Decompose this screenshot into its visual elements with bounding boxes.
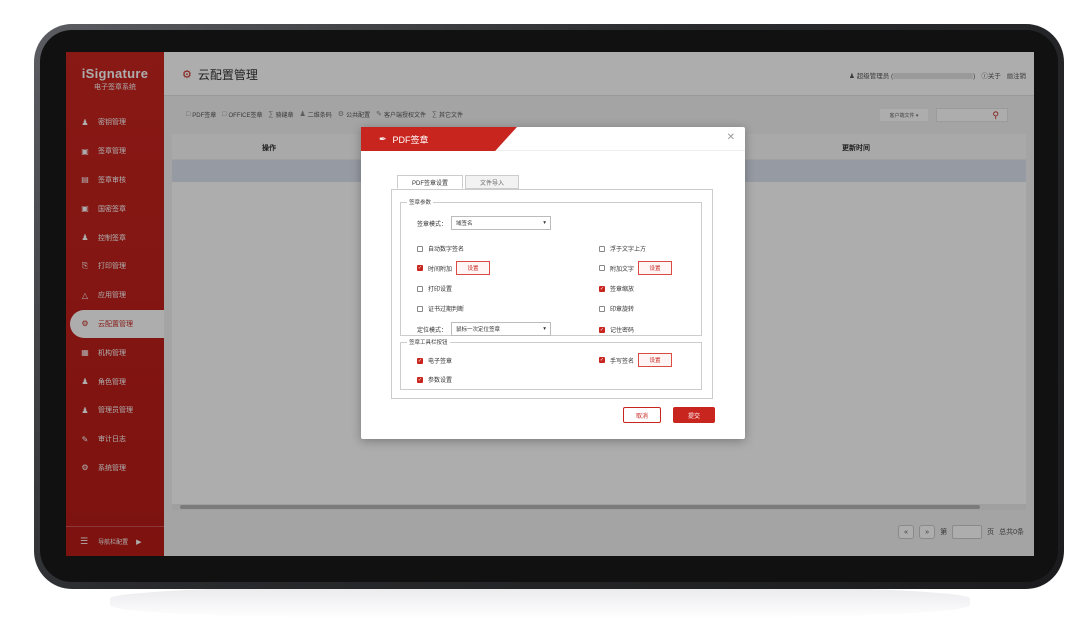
checkbox-icon xyxy=(599,305,605,312)
position-mode-label: 定位模式： xyxy=(417,327,448,334)
caret-down-icon: ▾ xyxy=(543,326,547,332)
sign-mode-label: 签章模式： xyxy=(417,221,448,228)
sign-mode-value: 域签名 xyxy=(456,221,473,227)
settings-panel: 签章参数 签章模式： 域签名 ▾ 自动数字签名 浮于文字上方 ✓ 时间附加 设置 附… xyxy=(391,189,713,399)
option-label: 打印设置 xyxy=(428,287,453,293)
option-label: 印章旋转 xyxy=(610,307,635,313)
checkbox-checked-icon[interactable]: ✓ xyxy=(417,265,423,271)
checkbox-checked-icon: ✓ xyxy=(599,326,605,333)
float-text-checkbox[interactable]: 浮于文字上方 xyxy=(599,244,646,253)
checkbox-icon xyxy=(417,245,423,252)
checkbox-icon xyxy=(599,245,605,252)
checkbox-icon xyxy=(417,285,423,292)
tab-file-import[interactable]: 文件导入 xyxy=(465,175,520,189)
attach-text-row: 附加文字 设置 xyxy=(599,261,673,275)
dialog-tabs: PDF签章设置 文件导入 xyxy=(397,175,521,189)
stamp-scale-checkbox[interactable]: ✓ 签章缩放 xyxy=(599,284,634,293)
cert-expiry-checkbox[interactable]: 证书过期判断 xyxy=(417,304,464,313)
option-label: 记住密码 xyxy=(610,328,635,334)
time-attach-set-button[interactable]: 设置 xyxy=(456,261,491,275)
option-label: 时间附加 xyxy=(428,266,453,273)
position-mode-value: 鼠标一次定位签章 xyxy=(456,327,501,333)
option-label: 自动数字签名 xyxy=(428,247,465,253)
sign-mode-select[interactable]: 域签名 ▾ xyxy=(451,216,552,230)
position-mode-row: 定位模式： 鼠标一次定位签章 ▾ xyxy=(417,322,552,336)
pen-icon: ✒ xyxy=(379,133,387,144)
pdf-stamp-dialog: ✒ PDF签章 ✕ PDF签章设置 文件导入 签章参数 签章模式： 域签名 ▾ 自… xyxy=(361,127,745,439)
option-label: 参数设置 xyxy=(428,378,453,384)
param-settings-checkbox[interactable]: ✓ 参数设置 xyxy=(417,375,452,384)
auto-digital-checkbox[interactable]: 自动数字签名 xyxy=(417,244,464,253)
option-label: 附加文字 xyxy=(610,266,635,273)
option-label: 浮于文字上方 xyxy=(610,247,647,253)
device-shadow xyxy=(110,585,970,619)
sign-mode-row: 签章模式： 域签名 ▾ xyxy=(417,216,552,230)
option-label: 签章缩放 xyxy=(610,287,635,293)
dialog-title: ✒ PDF签章 xyxy=(361,127,517,151)
close-icon[interactable]: ✕ xyxy=(727,132,735,143)
e-sign-checkbox[interactable]: ✓ 电子签章 xyxy=(417,356,452,365)
tab-pdf-settings[interactable]: PDF签章设置 xyxy=(397,175,464,189)
dialog-title-text: PDF签章 xyxy=(392,134,429,145)
stamp-rotate-checkbox[interactable]: 印章旋转 xyxy=(599,304,634,313)
option-label: 手写签名 xyxy=(610,358,635,365)
option-label: 电子签章 xyxy=(428,359,453,365)
print-settings-checkbox[interactable]: 打印设置 xyxy=(417,284,452,293)
checkbox-checked-icon[interactable]: ✓ xyxy=(599,357,605,363)
stamp-params-group: 签章参数 签章模式： 域签名 ▾ 自动数字签名 浮于文字上方 ✓ 时间附加 设置 附… xyxy=(400,198,702,336)
group-legend: 签章工具栏按钮 xyxy=(409,340,448,346)
dialog-header: ✒ PDF签章 ✕ xyxy=(361,127,745,151)
checkbox-icon xyxy=(417,305,423,312)
attach-text-set-button[interactable]: 设置 xyxy=(638,261,673,275)
checkbox-checked-icon: ✓ xyxy=(599,285,605,292)
checkbox-checked-icon: ✓ xyxy=(417,357,423,364)
group-legend: 签章参数 xyxy=(409,200,432,206)
handwrite-set-button[interactable]: 设置 xyxy=(638,353,673,367)
handwrite-row: ✓ 手写签名 设置 xyxy=(599,353,673,367)
caret-down-icon: ▾ xyxy=(543,220,547,226)
checkbox-icon[interactable] xyxy=(599,265,605,271)
submit-button[interactable]: 提交 xyxy=(673,407,715,423)
position-mode-select[interactable]: 鼠标一次定位签章 ▾ xyxy=(451,322,552,336)
option-label: 证书过期判断 xyxy=(428,307,465,313)
time-attach-row: ✓ 时间附加 设置 xyxy=(417,261,491,275)
screen: iSignature 电子签章系统 ♟ 密钥管理 ▣ 签章管理 ▤ 签章审核 ▣ 国密签… xyxy=(66,52,1034,556)
remember-pwd-checkbox[interactable]: ✓ 记住密码 xyxy=(599,325,634,334)
checkbox-checked-icon: ✓ xyxy=(417,376,423,383)
cancel-button[interactable]: 取消 xyxy=(623,407,661,423)
toolbar-buttons-group: 签章工具栏按钮 ✓ 电子签章 ✓ 手写签名 设置 ✓ 参数设置 xyxy=(400,338,702,390)
